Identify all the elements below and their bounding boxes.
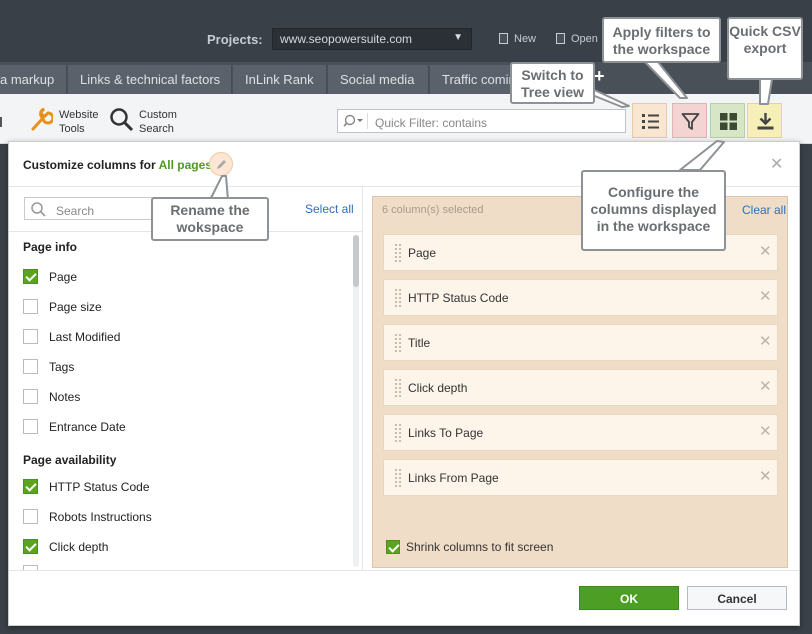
callout-quick-csv: Quick CSV export [727, 17, 803, 80]
callout-switch-tree: Switch to Tree view [510, 62, 595, 104]
callout-rename-workspace: Rename the wokspace [151, 197, 269, 241]
callout-apply-filters: Apply filters to the workspace [602, 17, 721, 63]
callout-configure-columns: Configure the columns displayed in the w… [581, 170, 726, 251]
callout-arrows [209, 61, 773, 201]
